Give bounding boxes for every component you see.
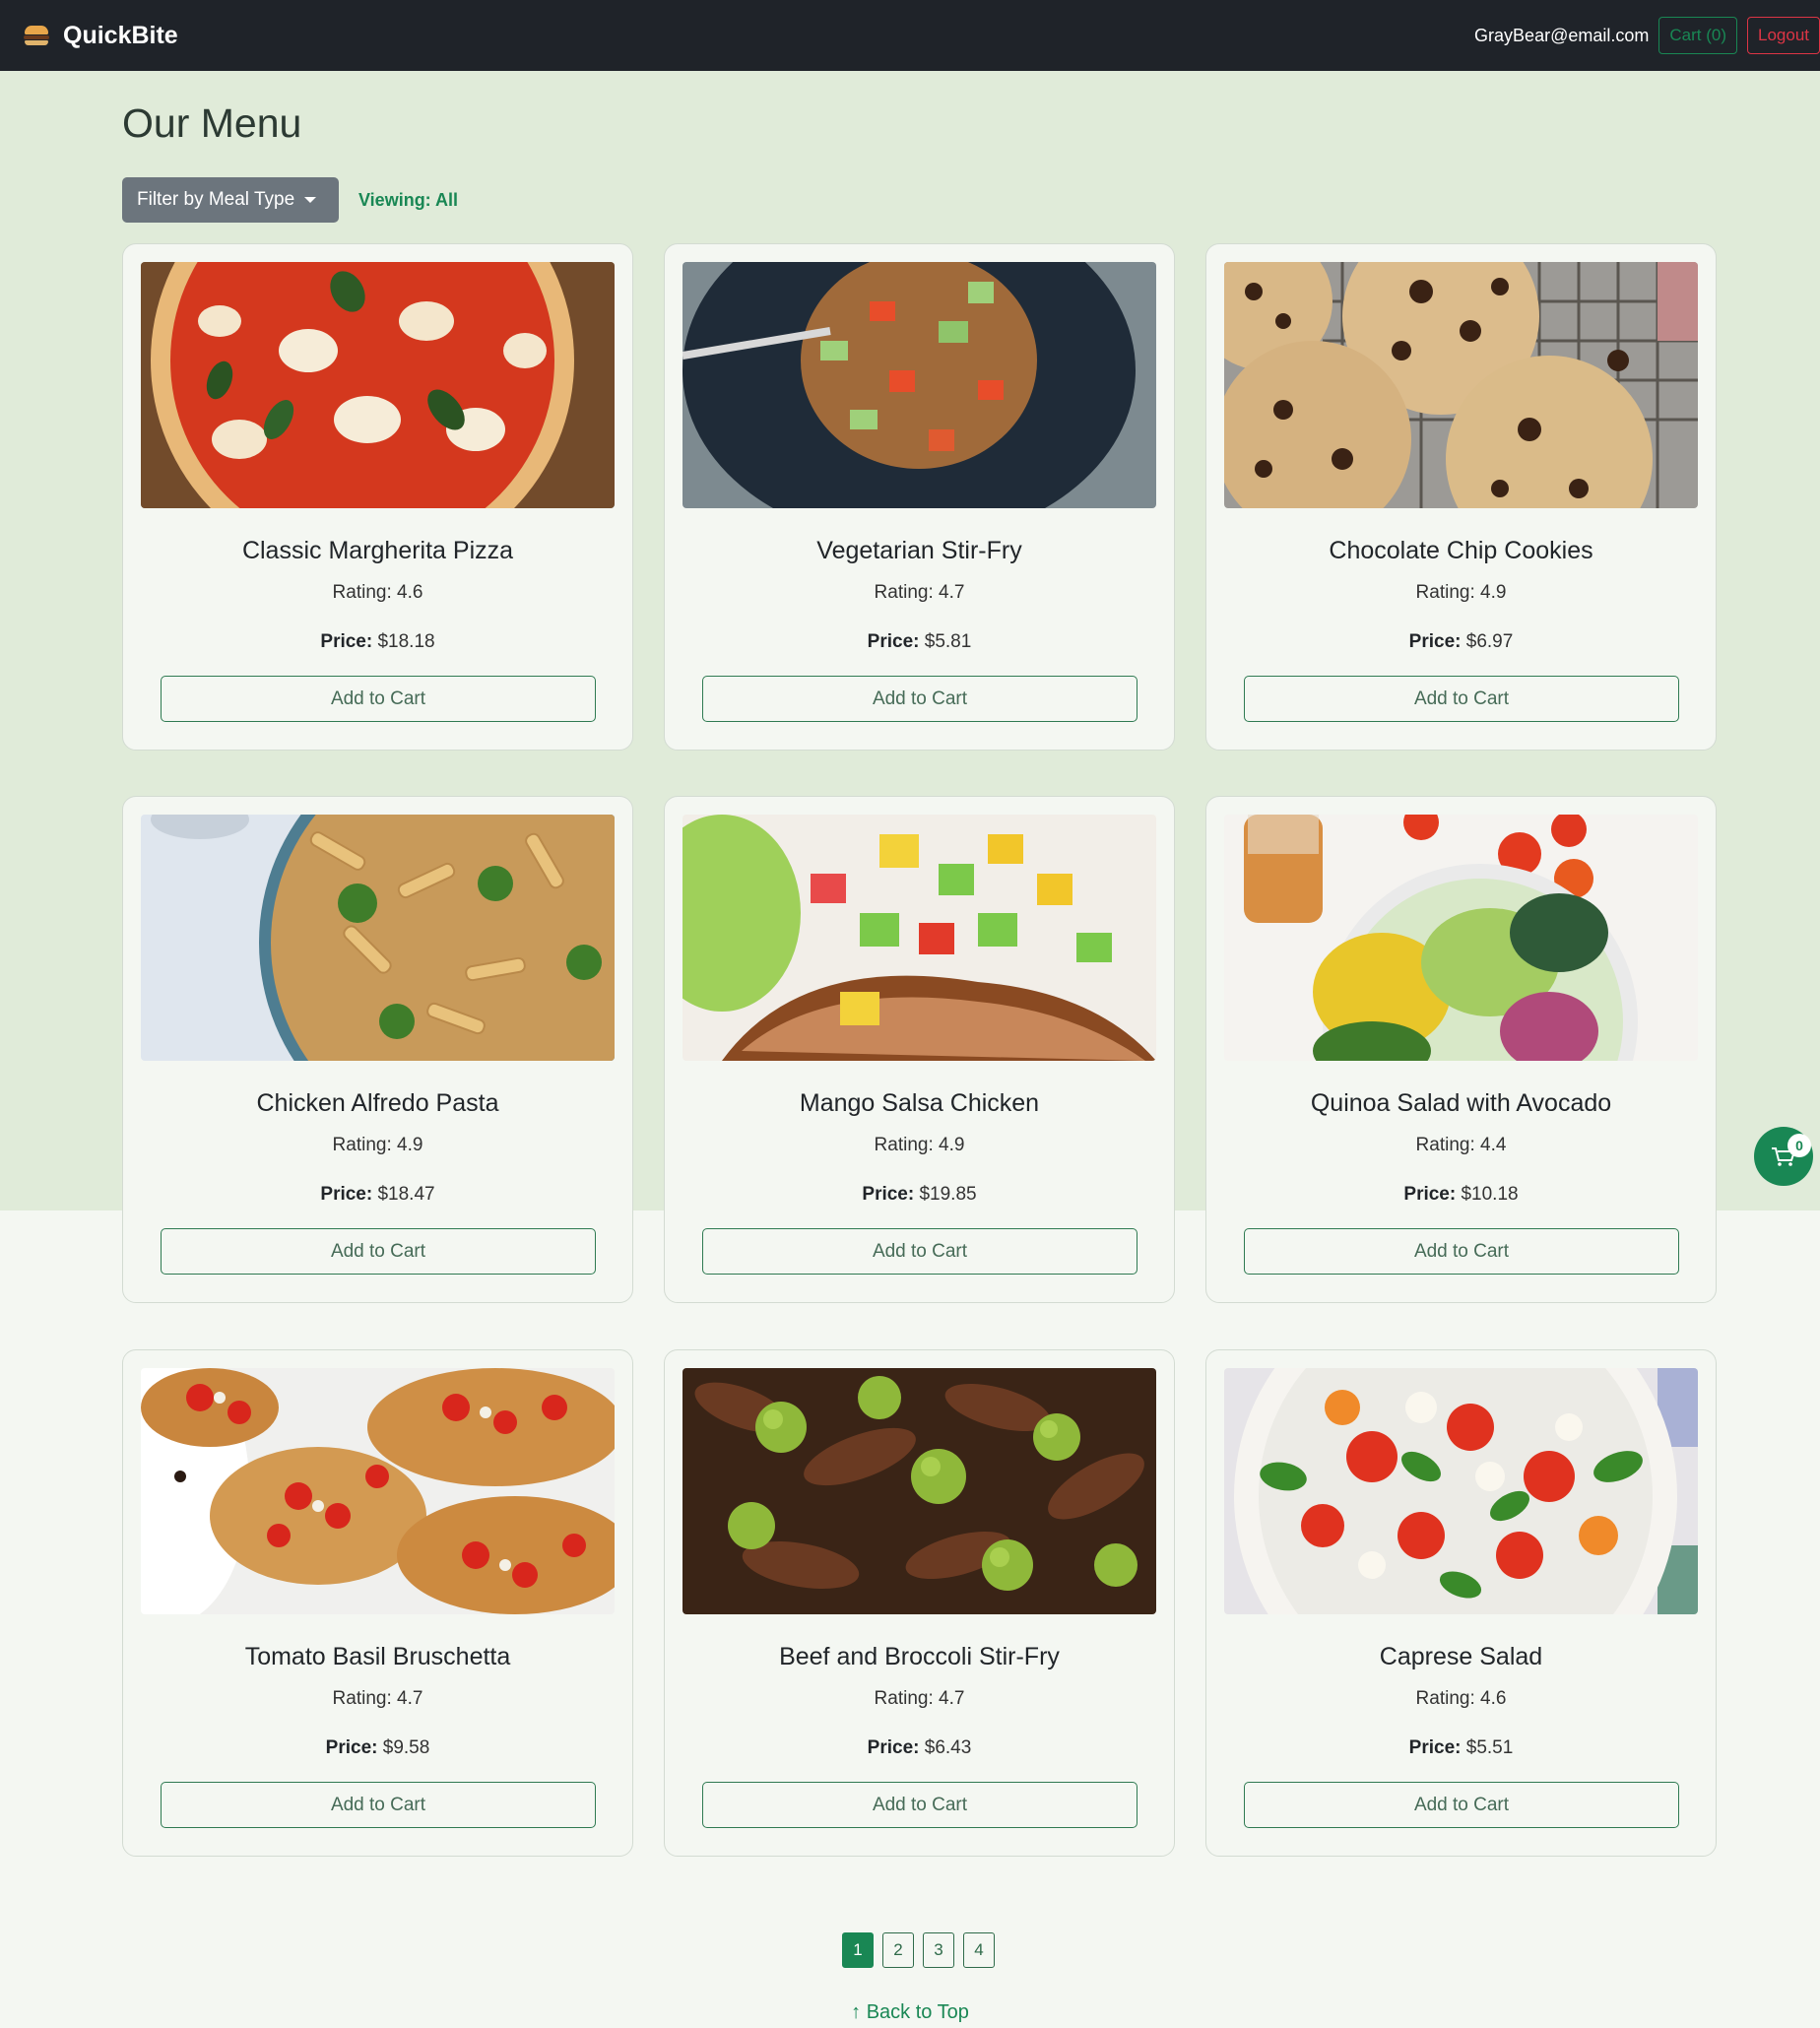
item-name: Mango Salsa Chicken: [799, 1089, 1040, 1117]
caret-down-icon: [304, 197, 317, 203]
nav-right: GrayBear@email.com Cart (0) Logout: [1474, 17, 1820, 54]
price-label: Price:: [325, 1737, 378, 1758]
item-name: Chocolate Chip Cookies: [1329, 537, 1593, 564]
page-4-button[interactable]: 4: [963, 1932, 995, 1968]
add-to-cart-button[interactable]: Add to Cart: [1244, 676, 1679, 722]
menu-card: Caprese Salad Rating: 4.6 Price: $5.51 A…: [1205, 1349, 1717, 1857]
menu-card: Chocolate Chip Cookies Rating: 4.9 Price…: [1205, 243, 1717, 751]
add-to-cart-button[interactable]: Add to Cart: [161, 1228, 596, 1275]
item-price: Price: $6.43: [665, 1737, 1174, 1759]
price-value: $18.47: [377, 1184, 435, 1205]
menu-card: Vegetarian Stir-Fry Rating: 4.7 Price: $…: [664, 243, 1175, 751]
page-3-button[interactable]: 3: [923, 1932, 954, 1968]
item-rating: Rating: 4.9: [1415, 582, 1507, 603]
item-rating: Rating: 4.6: [332, 582, 423, 603]
price-label: Price:: [1408, 631, 1462, 652]
back-to-top-link[interactable]: ↑ Back to Top: [0, 2001, 1820, 2024]
item-price: Price: $18.47: [123, 1184, 632, 1206]
menu-card: Chicken Alfredo Pasta Rating: 4.9 Price:…: [122, 796, 633, 1303]
price-label: Price:: [867, 1737, 920, 1758]
price-label: Price:: [320, 631, 373, 652]
menu-card: Classic Margherita Pizza Rating: 4.6 Pri…: [122, 243, 633, 751]
item-rating: Rating: 4.9: [874, 1135, 965, 1155]
user-email: GrayBear@email.com: [1474, 25, 1650, 45]
brand[interactable]: QuickBite: [24, 0, 178, 71]
item-price: Price: $6.97: [1206, 631, 1716, 653]
quinoa-salad-image: [1224, 815, 1698, 1061]
price-value: $10.18: [1461, 1184, 1519, 1205]
pizza-image: [141, 262, 615, 508]
price-label: Price:: [867, 631, 920, 652]
cart-button[interactable]: Cart (0): [1658, 17, 1737, 54]
item-rating: Rating: 4.7: [874, 1688, 965, 1709]
floating-cart-button[interactable]: 0: [1754, 1127, 1813, 1186]
item-rating: Rating: 4.9: [332, 1135, 423, 1155]
item-price: Price: $19.85: [665, 1184, 1174, 1206]
item-rating: Rating: 4.7: [874, 582, 965, 603]
price-label: Price:: [320, 1184, 373, 1205]
add-to-cart-button[interactable]: Add to Cart: [702, 1782, 1138, 1828]
price-value: $9.58: [382, 1737, 430, 1758]
item-name: Beef and Broccoli Stir-Fry: [779, 1643, 1060, 1670]
item-rating: Rating: 4.7: [332, 1688, 423, 1709]
item-name: Chicken Alfredo Pasta: [256, 1089, 499, 1117]
burger-icon: [24, 25, 49, 46]
item-price: Price: $5.81: [665, 631, 1174, 653]
navbar: QuickBite GrayBear@email.com Cart (0) Lo…: [0, 0, 1820, 71]
stir-fry-image: [682, 262, 1156, 508]
price-value: $6.43: [924, 1737, 972, 1758]
logout-button[interactable]: Logout: [1747, 17, 1820, 54]
price-value: $19.85: [919, 1184, 977, 1205]
item-price: Price: $10.18: [1206, 1184, 1716, 1206]
brand-name: QuickBite: [63, 21, 178, 49]
menu-card: Beef and Broccoli Stir-Fry Rating: 4.7 P…: [664, 1349, 1175, 1857]
item-name: Classic Margherita Pizza: [241, 537, 514, 564]
add-to-cart-button[interactable]: Add to Cart: [702, 676, 1138, 722]
caprese-salad-image: [1224, 1368, 1698, 1614]
price-value: $18.18: [377, 631, 435, 652]
pasta-image: [141, 815, 615, 1061]
filter-meal-type-dropdown[interactable]: Filter by Meal Type: [122, 177, 339, 223]
price-label: Price:: [862, 1184, 915, 1205]
price-value: $6.97: [1465, 631, 1514, 652]
menu-card: Tomato Basil Bruschetta Rating: 4.7 Pric…: [122, 1349, 633, 1857]
price-value: $5.51: [1465, 1737, 1514, 1758]
item-price: Price: $18.18: [123, 631, 632, 653]
cart-count-badge: 0: [1788, 1134, 1811, 1157]
viewing-label: Viewing: All: [358, 190, 459, 210]
item-price: Price: $9.58: [123, 1737, 632, 1759]
item-name: Caprese Salad: [1379, 1643, 1543, 1670]
bruschetta-image: [141, 1368, 615, 1614]
page-2-button[interactable]: 2: [882, 1932, 914, 1968]
add-to-cart-button[interactable]: Add to Cart: [161, 676, 596, 722]
price-label: Price:: [1408, 1737, 1462, 1758]
beef-broccoli-image: [682, 1368, 1156, 1614]
price-value: $5.81: [924, 631, 972, 652]
item-name: Tomato Basil Bruschetta: [244, 1643, 511, 1670]
cookies-image: [1224, 262, 1698, 508]
item-name: Quinoa Salad with Avocado: [1310, 1089, 1612, 1117]
add-to-cart-button[interactable]: Add to Cart: [161, 1782, 596, 1828]
price-label: Price:: [1403, 1184, 1457, 1205]
page-1-button[interactable]: 1: [842, 1932, 874, 1968]
add-to-cart-button[interactable]: Add to Cart: [1244, 1782, 1679, 1828]
pagination: 1 2 3 4: [842, 1932, 995, 1968]
add-to-cart-button[interactable]: Add to Cart: [702, 1228, 1138, 1275]
add-to-cart-button[interactable]: Add to Cart: [1244, 1228, 1679, 1275]
menu-card: Mango Salsa Chicken Rating: 4.9 Price: $…: [664, 796, 1175, 1303]
item-name: Vegetarian Stir-Fry: [816, 537, 1022, 564]
item-price: Price: $5.51: [1206, 1737, 1716, 1759]
menu-card: Quinoa Salad with Avocado Rating: 4.4 Pr…: [1205, 796, 1717, 1303]
page-title: Our Menu: [122, 100, 302, 146]
filter-label: Filter by Meal Type: [137, 189, 295, 210]
mango-chicken-image: [682, 815, 1156, 1061]
item-rating: Rating: 4.4: [1415, 1135, 1507, 1155]
item-rating: Rating: 4.6: [1415, 1688, 1507, 1709]
